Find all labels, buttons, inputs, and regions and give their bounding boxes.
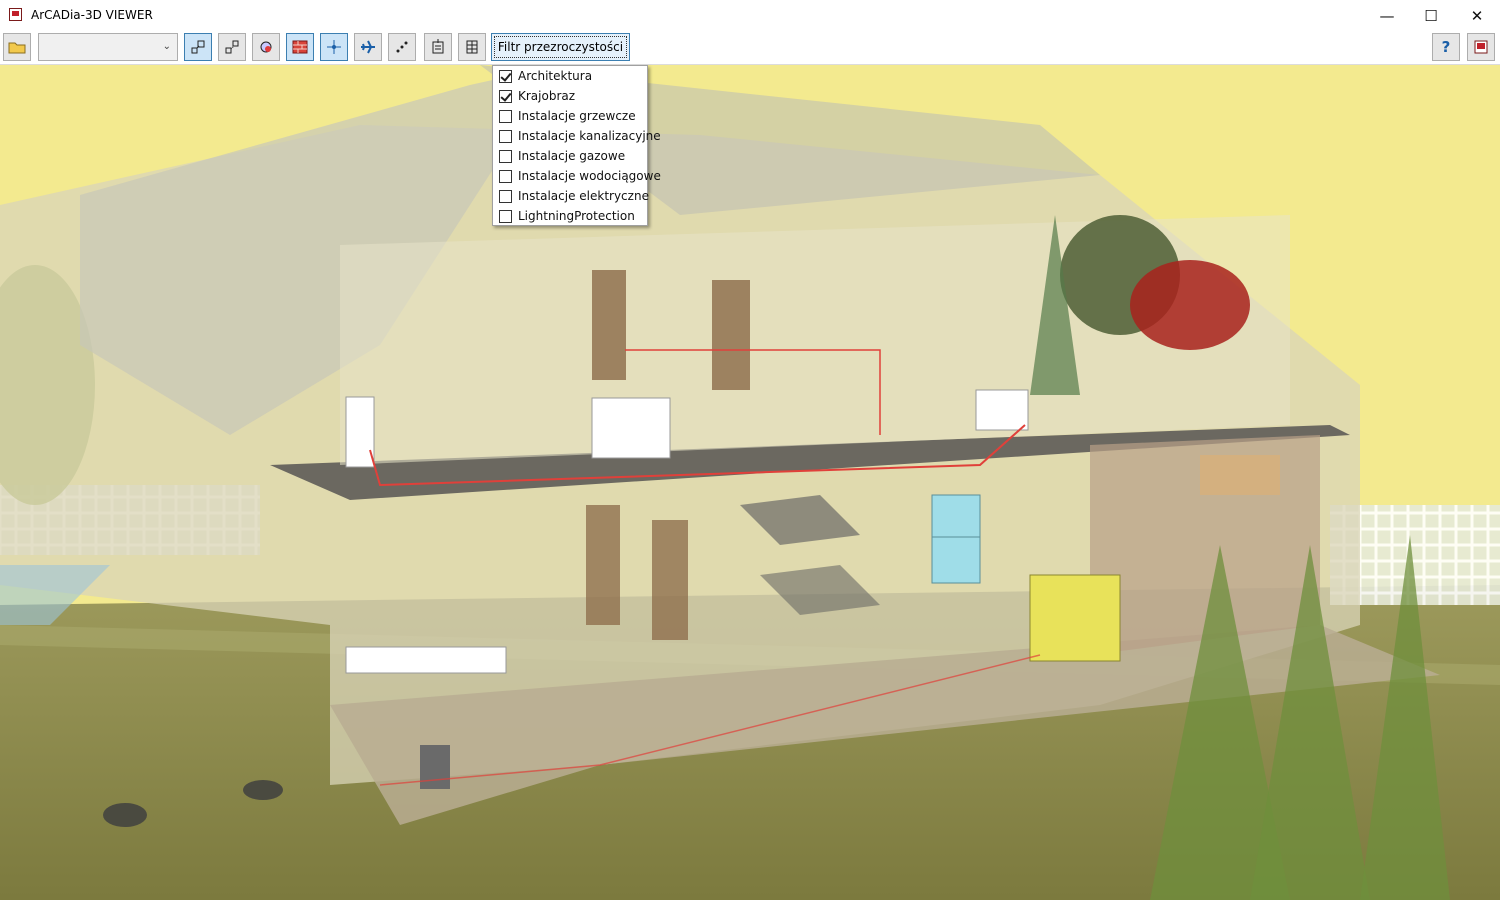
move-object-icon: [225, 40, 239, 54]
transparency-filter-button[interactable]: Filtr przezroczystości: [491, 33, 630, 61]
section-button[interactable]: [424, 33, 452, 61]
orbit-button[interactable]: [320, 33, 348, 61]
filter-item-architektura[interactable]: Architektura: [499, 67, 592, 85]
filter-item-instalacje-kanalizacyjne[interactable]: Instalacje kanalizacyjne: [499, 127, 661, 145]
fly-mode-button[interactable]: [354, 33, 382, 61]
floors-icon: [466, 40, 478, 54]
footsteps-icon: [396, 41, 408, 53]
app-icon: [9, 8, 22, 21]
airplane-icon: [361, 40, 375, 54]
title-bar: ArCADia-3D VIEWER — ☐ ✕: [0, 0, 1500, 31]
toolbar: ⌄ Filtr przezroczystości ?: [0, 31, 1500, 65]
walk-path-button[interactable]: [388, 33, 416, 61]
filter-item-label: Instalacje wodociągowe: [518, 169, 661, 183]
minimize-button[interactable]: —: [1364, 0, 1410, 31]
filter-item-instalacje-wodociagowe[interactable]: Instalacje wodociągowe: [499, 167, 661, 185]
checkbox-unchecked-icon[interactable]: [499, 109, 512, 123]
filter-item-label: Instalacje elektryczne: [518, 189, 649, 203]
filter-item-label: Instalacje kanalizacyjne: [518, 129, 661, 143]
checkbox-unchecked-icon[interactable]: [499, 189, 512, 203]
rotate-object-button[interactable]: [184, 33, 212, 61]
walls-button[interactable]: [286, 33, 314, 61]
filter-item-krajobraz[interactable]: Krajobraz: [499, 87, 575, 105]
house-3d-render: [0, 65, 1500, 900]
building-section-icon: [432, 39, 444, 54]
view-combo[interactable]: ⌄: [38, 33, 178, 61]
filter-item-label: Krajobraz: [518, 89, 576, 103]
checkbox-unchecked-icon[interactable]: [499, 149, 512, 163]
render-mode-button[interactable]: [252, 33, 280, 61]
filter-item-label: LightningProtection: [518, 209, 635, 223]
checkbox-unchecked-icon[interactable]: [499, 129, 512, 143]
maximize-button[interactable]: ☐: [1408, 0, 1454, 31]
filter-item-label: Instalacje grzewcze: [518, 109, 636, 123]
orbit-icon: [327, 40, 341, 54]
app-logo-icon: [1474, 40, 1488, 54]
filter-item-label: Instalacje gazowe: [518, 149, 626, 163]
floors-button[interactable]: [458, 33, 486, 61]
window-title: ArCADia-3D VIEWER: [31, 8, 153, 22]
checkbox-unchecked-icon[interactable]: [499, 209, 512, 223]
filter-item-lightning-protection[interactable]: LightningProtection: [499, 207, 635, 225]
about-button[interactable]: [1467, 33, 1495, 61]
transparency-filter-menu: Architektura Krajobraz Instalacje grzewc…: [492, 65, 661, 226]
filter-item-instalacje-gazowe[interactable]: Instalacje gazowe: [499, 147, 625, 165]
checkbox-checked-icon[interactable]: [499, 89, 512, 103]
close-button[interactable]: ✕: [1454, 0, 1500, 31]
rotate-object-icon: [191, 40, 205, 54]
help-button[interactable]: ?: [1432, 33, 1460, 61]
move-object-button[interactable]: [218, 33, 246, 61]
folder-icon: [8, 42, 26, 54]
brick-wall-icon: [292, 40, 308, 54]
filter-item-instalacje-grzewcze[interactable]: Instalacje grzewcze: [499, 107, 636, 125]
transparency-filter-label: Filtr przezroczystości: [497, 40, 624, 54]
sphere-icon: [260, 41, 272, 53]
open-file-button[interactable]: [3, 33, 31, 61]
filter-item-label: Architektura: [518, 69, 593, 83]
filter-item-instalacje-elektryczne[interactable]: Instalacje elektryczne: [499, 187, 649, 205]
checkbox-unchecked-icon[interactable]: [499, 169, 512, 183]
checkbox-checked-icon[interactable]: [499, 69, 512, 83]
3d-viewport[interactable]: [0, 65, 1500, 900]
chevron-down-icon: ⌄: [162, 41, 171, 52]
